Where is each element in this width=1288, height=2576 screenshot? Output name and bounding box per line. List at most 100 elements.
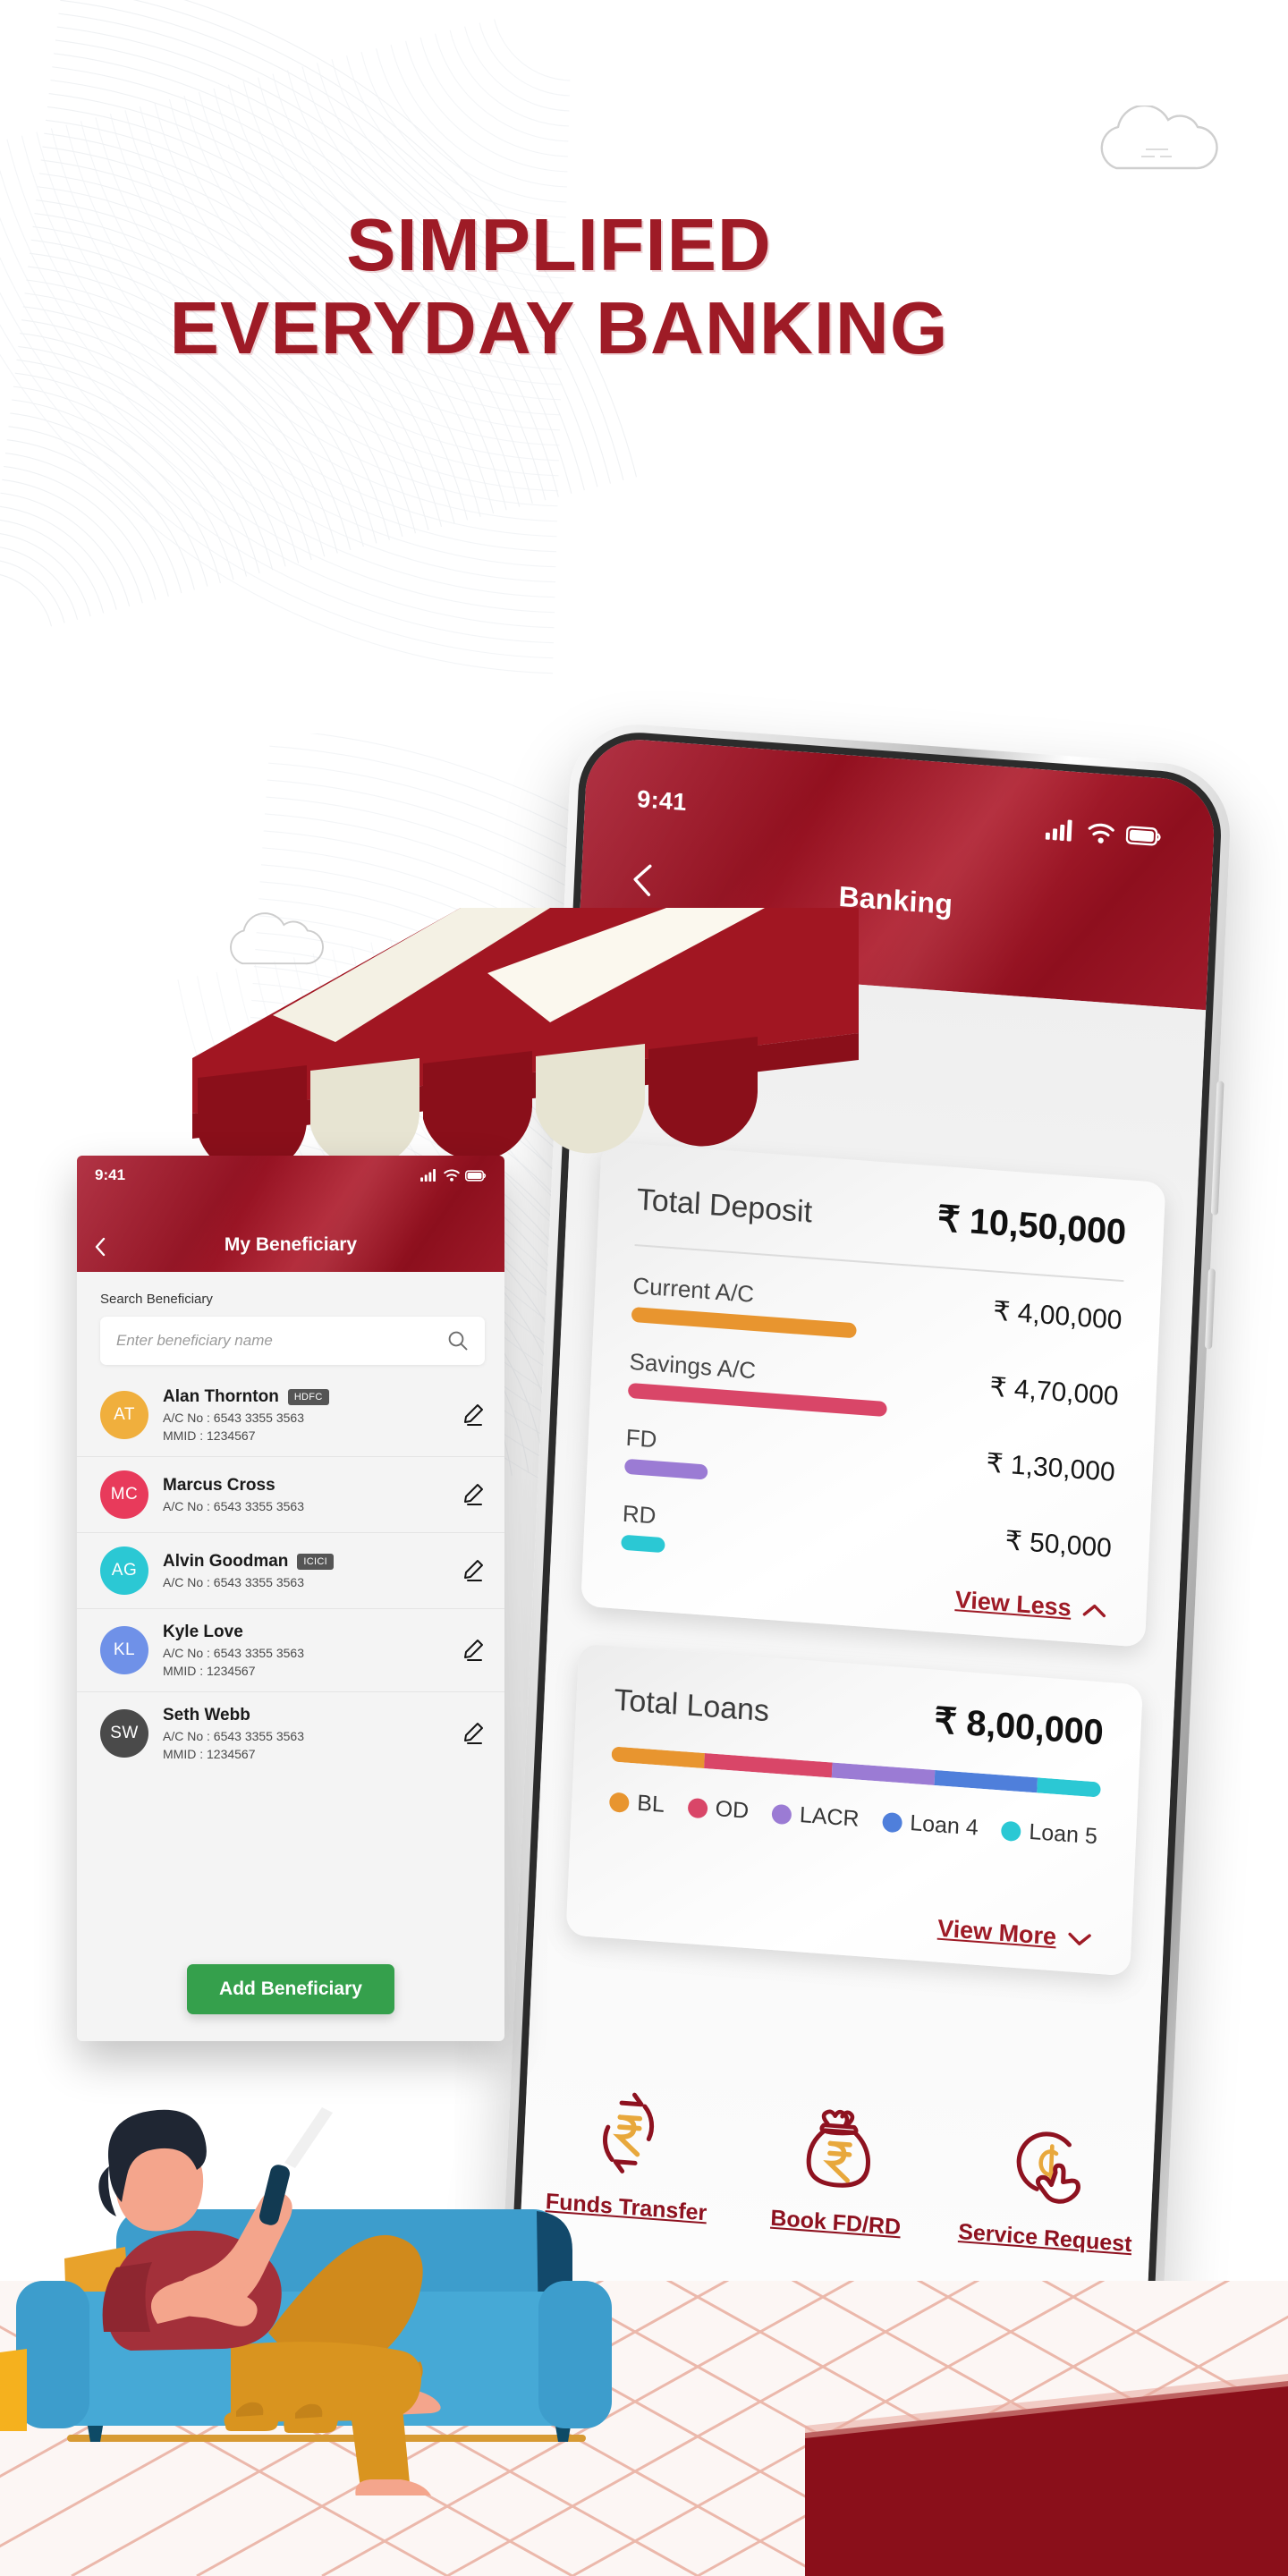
deposit-row-value: ₹ 1,30,000 <box>985 1448 1116 1487</box>
search-section-label: Search Beneficiary <box>100 1292 213 1307</box>
pencil-edit-icon[interactable] <box>460 1721 485 1746</box>
man-on-sofa-with-phone-illustration <box>0 2107 612 2496</box>
beneficiary-name: Seth Webb <box>163 1706 250 1724</box>
list-item[interactable]: AT Alan Thornton HDFC A/C No : 6543 3355… <box>77 1374 504 1457</box>
beneficiary-account: A/C No : 6543 3355 3563 <box>163 1575 305 1589</box>
deposit-row-value: ₹ 4,00,000 <box>992 1296 1123 1336</box>
deposit-row-value: ₹ 50,000 <box>1004 1526 1113 1563</box>
status-time: 9:41 <box>636 784 688 816</box>
add-beneficiary-button[interactable]: Add Beneficiary <box>187 1964 394 2014</box>
pencil-edit-icon[interactable] <box>460 1638 485 1663</box>
quick-action-label: Book FD/RD <box>769 2205 902 2241</box>
loan-segment <box>611 1746 706 1769</box>
list-item-info: Marcus Cross A/C No : 6543 3355 3563 <box>163 1476 460 1513</box>
legend-item: Loan 5 <box>1001 1818 1097 1851</box>
legend-item: LACR <box>771 1801 860 1833</box>
pencil-edit-icon[interactable] <box>460 1558 485 1583</box>
legend-item: Loan 4 <box>881 1809 979 1842</box>
beneficiary-status-icons <box>420 1169 487 1182</box>
status-badge: ICICI <box>297 1554 334 1570</box>
beneficiary-name: Kyle Love <box>163 1623 243 1641</box>
search-icon[interactable] <box>447 1330 469 1352</box>
loans-label: Total Loans <box>613 1682 770 1729</box>
legend-label: Loan 4 <box>909 1810 979 1841</box>
avatar-initials: AT <box>114 1405 135 1424</box>
beneficiary-list: AT Alan Thornton HDFC A/C No : 6543 3355… <box>77 1374 504 1775</box>
legend-item: BL <box>608 1788 665 1818</box>
beneficiary-account: A/C No : 6543 3355 3563 <box>163 1499 305 1513</box>
status-bar: 9:41 <box>584 777 1214 860</box>
view-more-link[interactable]: View More <box>937 1915 1093 1954</box>
loans-stacked-bar <box>611 1746 1101 1798</box>
legend-label: LACR <box>799 1802 860 1832</box>
beneficiary-back-button[interactable] <box>93 1237 107 1257</box>
pencil-edit-icon[interactable] <box>460 1402 485 1428</box>
loan-segment <box>704 1753 833 1778</box>
wifi-icon <box>444 1169 460 1182</box>
poster-canvas: SIMPLIFIED EVERYDAY BANKING 9:41 Banking… <box>0 0 1288 2576</box>
legend-dot <box>881 1811 902 1833</box>
signal-bars-icon <box>420 1169 436 1182</box>
wifi-icon <box>1088 823 1114 843</box>
total-loans-card[interactable]: Total Loans ₹ 8,00,000 BL OD LACR Loan 4… <box>565 1643 1143 1977</box>
list-item-info: Alvin Goodman ICICI A/C No : 6543 3355 3… <box>163 1552 460 1589</box>
beneficiary-account: A/C No : 6543 3355 3563 <box>163 1646 305 1660</box>
deposit-row: FD ₹ 1,30,000 <box>623 1421 1116 1510</box>
beneficiary-title: My Beneficiary <box>224 1234 358 1255</box>
pencil-edit-icon[interactable] <box>460 1482 485 1507</box>
deposit-row-label: Current A/C <box>631 1271 755 1308</box>
deposit-bar <box>623 1458 708 1480</box>
loan-segment <box>831 1762 935 1785</box>
cloud-outline-icon <box>1100 106 1218 170</box>
beneficiary-mmid: MMID : 1234567 <box>163 1747 256 1761</box>
avatar-initials: MC <box>110 1485 139 1504</box>
status-icons <box>1045 818 1163 848</box>
page-title: SIMPLIFIED EVERYDAY BANKING <box>0 203 1118 370</box>
beneficiary-mmid: MMID : 1234567 <box>163 1664 256 1678</box>
red-counter-icon <box>805 2374 1288 2576</box>
deposit-row: RD ₹ 50,000 <box>621 1497 1112 1586</box>
legend-dot <box>608 1791 630 1813</box>
beneficiary-status-time: 9:41 <box>95 1166 126 1183</box>
headline-line-2: EVERYDAY BANKING <box>169 285 949 369</box>
list-item[interactable]: KL Kyle Love A/C No : 6543 3355 3563 MMI… <box>77 1609 504 1692</box>
list-item[interactable]: SW Seth Webb A/C No : 6543 3355 3563 MMI… <box>77 1692 504 1775</box>
deposit-row-value: ₹ 4,70,000 <box>988 1372 1120 1412</box>
status-badge: HDFC <box>287 1389 329 1405</box>
avatar: KL <box>100 1626 148 1674</box>
beneficiary-name: Alvin Goodman <box>163 1552 289 1571</box>
beneficiary-account: A/C No : 6543 3355 3563 <box>163 1411 305 1425</box>
avatar: AG <box>100 1546 148 1595</box>
loans-legend: BL OD LACR Loan 4 Loan 5 <box>608 1788 1099 1851</box>
avatar: MC <box>100 1470 148 1519</box>
signal-bars-icon <box>1045 819 1072 842</box>
list-item-info: Seth Webb A/C No : 6543 3355 3563 MMID :… <box>163 1706 460 1761</box>
view-less-link[interactable]: View Less <box>954 1586 1107 1624</box>
quick-action-label: Service Request <box>957 2219 1133 2258</box>
legend-dot <box>1001 1820 1022 1842</box>
view-less-label: View Less <box>954 1586 1072 1622</box>
list-item[interactable]: MC Marcus Cross A/C No : 6543 3355 3563 <box>77 1457 504 1533</box>
chevron-down-icon <box>1068 1932 1091 1945</box>
coin-tap-hand-icon <box>1016 2131 1080 2204</box>
back-button[interactable] <box>627 861 659 899</box>
search-input[interactable] <box>116 1332 447 1350</box>
beneficiary-name: Alan Thornton <box>163 1387 279 1406</box>
headline-line-1: SIMPLIFIED <box>346 203 772 286</box>
beneficiary-account: A/C No : 6543 3355 3563 <box>163 1729 305 1743</box>
loan-segment <box>934 1769 1038 1793</box>
beneficiary-header: 9:41 My Beneficiary <box>77 1156 504 1272</box>
chevron-up-icon <box>1082 1604 1106 1617</box>
loans-amount: ₹ 8,00,000 <box>933 1700 1105 1753</box>
loans-card-header: Total Loans ₹ 8,00,000 <box>614 1677 1105 1754</box>
search-input-wrapper[interactable] <box>100 1317 485 1365</box>
battery-icon <box>1125 826 1161 846</box>
deposit-row-label: Savings A/C <box>629 1347 757 1385</box>
avatar: SW <box>100 1709 148 1758</box>
legend-dot <box>771 1803 792 1825</box>
list-item[interactable]: AG Alvin Goodman ICICI A/C No : 6543 335… <box>77 1533 504 1609</box>
list-item-info: Alan Thornton HDFC A/C No : 6543 3355 35… <box>163 1387 460 1443</box>
avatar-initials: AG <box>111 1561 138 1580</box>
total-deposit-card[interactable]: Total Deposit ₹ 10,50,000 Current A/C ₹ … <box>580 1141 1166 1648</box>
deposit-row-label: RD <box>622 1499 657 1530</box>
